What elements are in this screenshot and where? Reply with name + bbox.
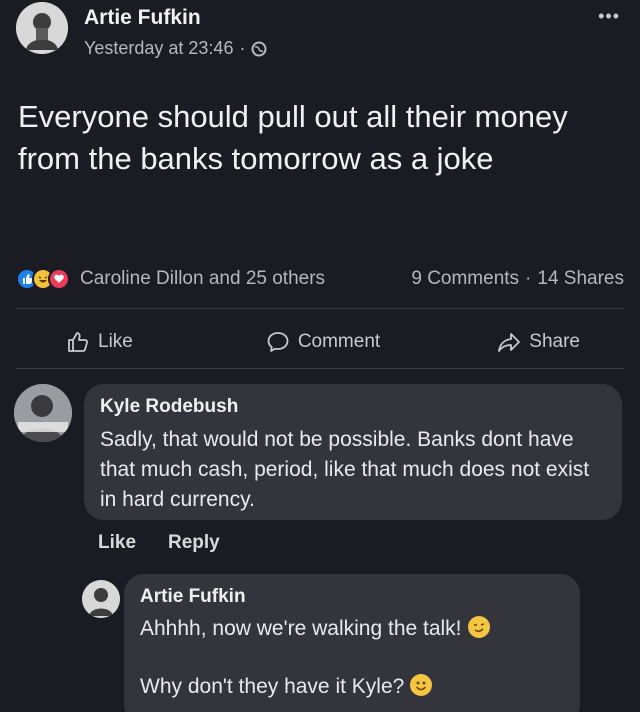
share-icon xyxy=(498,333,521,352)
post-body-text: Everyone should pull out all their money… xyxy=(18,99,568,176)
comment-like-button[interactable]: Like xyxy=(98,532,136,554)
reaction-icons[interactable] xyxy=(16,268,70,290)
post-timestamp[interactable]: Yesterday at 23:46 xyxy=(84,38,233,59)
post-author-name[interactable]: Artie Fufkin xyxy=(84,6,201,30)
reply-line-2-text: Why don't they have it Kyle? xyxy=(140,675,405,698)
reply-line-2: Why don't they have it Kyle? xyxy=(140,672,570,702)
comment-author-name[interactable]: Kyle Rodebush xyxy=(100,396,238,418)
share-button[interactable]: Share xyxy=(409,330,624,354)
share-label: Share xyxy=(529,331,580,352)
post-meta: Yesterday at 23:46 · xyxy=(84,38,267,59)
like-thumb-icon xyxy=(68,332,88,352)
smile-emoji-icon xyxy=(410,674,433,696)
comment-button[interactable]: Comment xyxy=(237,330,408,354)
more-options-icon[interactable]: ••• xyxy=(598,6,620,27)
commenter-avatar[interactable] xyxy=(14,384,72,442)
reply-bubble: Artie Fufkin Ahhhh, now we're walking th… xyxy=(124,574,580,712)
wink-emoji-icon xyxy=(467,616,490,638)
reply-line-1: Ahhhh, now we're walking the talk! xyxy=(140,614,570,644)
author-avatar[interactable] xyxy=(16,2,68,54)
comments-count[interactable]: 9 Comments xyxy=(411,268,519,290)
comment-reply-button[interactable]: Reply xyxy=(168,532,220,554)
stats-separator: · xyxy=(525,268,532,289)
comment-text: Sadly, that would not be possible. Banks… xyxy=(100,428,590,511)
comment-bubble: Kyle Rodebush Sadly, that would not be p… xyxy=(84,384,622,520)
like-button[interactable]: Like xyxy=(16,330,237,354)
divider-bottom xyxy=(16,368,624,369)
like-label: Like xyxy=(98,331,133,352)
reply-author-avatar[interactable] xyxy=(82,580,120,618)
reply-line-1-text: Ahhhh, now we're walking the talk! xyxy=(140,617,462,640)
globe-icon xyxy=(251,41,267,56)
post-header: Artie Fufkin Yesterday at 23:46 · ••• xyxy=(16,0,624,60)
love-reaction-icon xyxy=(48,268,70,290)
reactions-summary[interactable]: Caroline Dillon and 25 others xyxy=(80,268,325,290)
divider-top xyxy=(16,308,624,309)
reply-author-name[interactable]: Artie Fufkin xyxy=(140,586,246,608)
post-action-bar: Like Comment Share xyxy=(16,322,624,362)
post-stats: Caroline Dillon and 25 others 9 Comments… xyxy=(16,264,624,294)
comment-icon xyxy=(267,332,289,352)
meta-separator: · xyxy=(239,38,246,58)
shares-count[interactable]: 14 Shares xyxy=(537,268,624,290)
comment-label: Comment xyxy=(297,331,381,352)
